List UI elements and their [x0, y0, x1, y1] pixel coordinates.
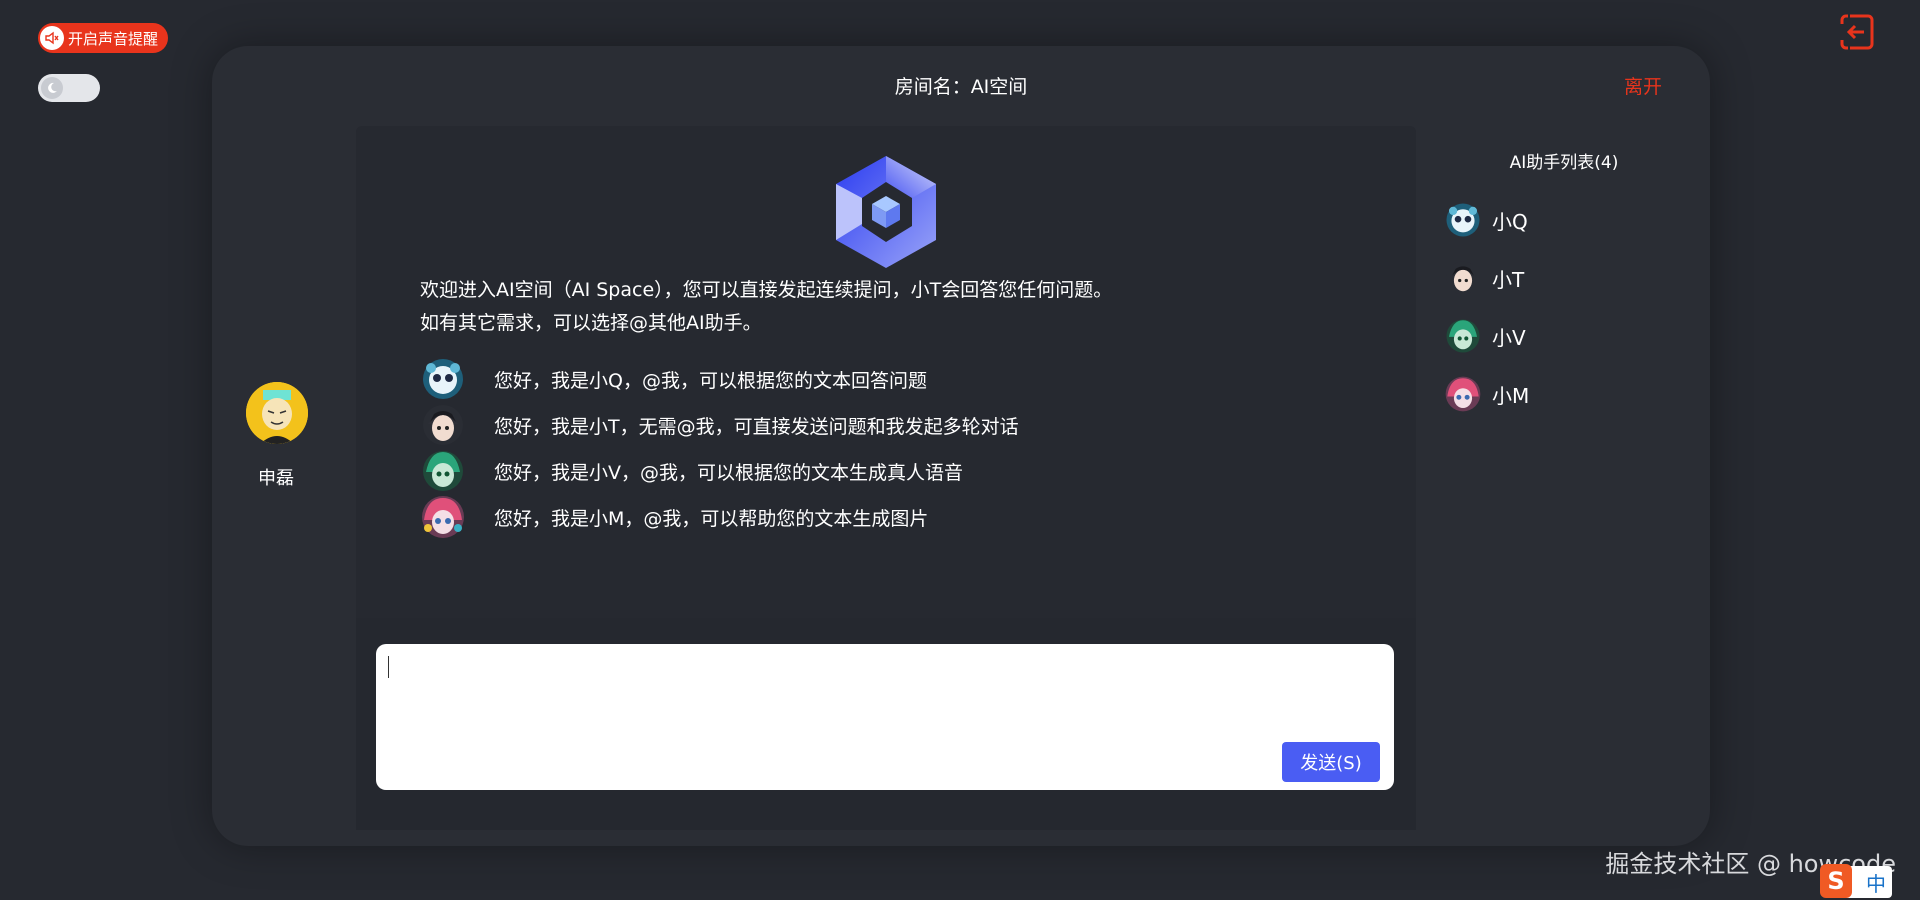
user-name: 申磊 — [258, 468, 294, 489]
message-input[interactable]: 发送(S) — [376, 644, 1394, 790]
bot-q-avatar-icon — [423, 359, 463, 399]
text-caret — [388, 656, 389, 678]
theme-toggle-switch[interactable] — [38, 74, 100, 102]
bot-t-avatar-icon — [423, 405, 463, 445]
welcome-line-1: 欢迎进入AI空间（AI Space），您可以直接发起连续提问，小T会回答您任何问… — [420, 279, 1113, 301]
room-container: 房间名：AI空间 离开 申磊 欢迎进入AI空间（AI Space），您可以直接发… — [212, 46, 1710, 846]
ai-list-item-q[interactable]: 小Q — [1444, 191, 1664, 249]
bot-m-avatar-icon — [1445, 376, 1481, 412]
send-button[interactable]: 发送(S) — [1282, 742, 1380, 782]
bot-v-avatar-icon — [1446, 319, 1480, 353]
ai-list-item-t[interactable]: 小T — [1444, 249, 1664, 307]
ai-space-logo — [832, 152, 940, 270]
chat-panel: 欢迎进入AI空间（AI Space），您可以直接发起连续提问，小T会回答您任何问… — [356, 126, 1416, 663]
bot-intro-v: 您好，我是小V，@我，可以根据您的文本生成真人语音 — [420, 448, 963, 494]
moon-icon — [41, 77, 63, 99]
bot-intro-q: 您好，我是小Q，@我，可以根据您的文本回答问题 — [420, 356, 927, 402]
ai-list-item-label: 小Q — [1492, 209, 1528, 234]
ai-assistant-list: AI助手列表(4) 小Q 小T 小V 小M — [1444, 148, 1664, 423]
ai-list-item-label: 小M — [1492, 383, 1530, 408]
user-card: 申磊 — [246, 382, 308, 490]
sound-alert-label: 开启声音提醒 — [68, 29, 159, 48]
bot-intro-text: 您好，我是小M，@我，可以帮助您的文本生成图片 — [494, 507, 929, 530]
ai-list-item-m[interactable]: 小M — [1444, 365, 1664, 423]
bot-t-avatar-icon — [1446, 261, 1480, 295]
message-composer: 发送(S) — [356, 618, 1416, 830]
room-title: 房间名：AI空间 — [894, 76, 1028, 98]
speaker-mute-icon — [40, 26, 64, 50]
bot-intro-text: 您好，我是小T，无需@我，可直接发送问题和我发起多轮对话 — [494, 415, 1019, 438]
bot-m-avatar-icon — [422, 496, 464, 538]
bot-intro-text: 您好，我是小V，@我，可以根据您的文本生成真人语音 — [494, 461, 963, 484]
bot-q-avatar-icon — [1446, 203, 1480, 237]
sound-alert-toggle[interactable]: 开启声音提醒 — [38, 23, 169, 53]
bot-intro-text: 您好，我是小Q，@我，可以根据您的文本回答问题 — [494, 369, 927, 392]
ime-indicator[interactable]: S 中 — [1820, 864, 1892, 898]
welcome-message: 欢迎进入AI空间（AI Space），您可以直接发起连续提问，小T会回答您任何问… — [420, 274, 1112, 340]
sogou-icon: S — [1820, 864, 1852, 898]
ai-list-item-label: 小V — [1492, 325, 1526, 350]
avatar[interactable] — [246, 382, 308, 444]
bot-v-avatar-icon — [423, 451, 463, 491]
bot-intro-t: 您好，我是小T，无需@我，可直接发送问题和我发起多轮对话 — [420, 402, 1019, 448]
exit-icon[interactable] — [1836, 12, 1876, 52]
ime-mode-label: 中 — [1866, 871, 1886, 896]
leave-button[interactable]: 离开 — [1624, 72, 1662, 99]
ai-list-title: AI助手列表(4) — [1509, 153, 1619, 173]
ai-list-item-label: 小T — [1492, 267, 1525, 292]
welcome-line-2: 如有其它需求，可以选择@其他AI助手。 — [420, 312, 762, 334]
bot-intro-m: 您好，我是小M，@我，可以帮助您的文本生成图片 — [420, 494, 928, 540]
ai-list-item-v[interactable]: 小V — [1444, 307, 1664, 365]
